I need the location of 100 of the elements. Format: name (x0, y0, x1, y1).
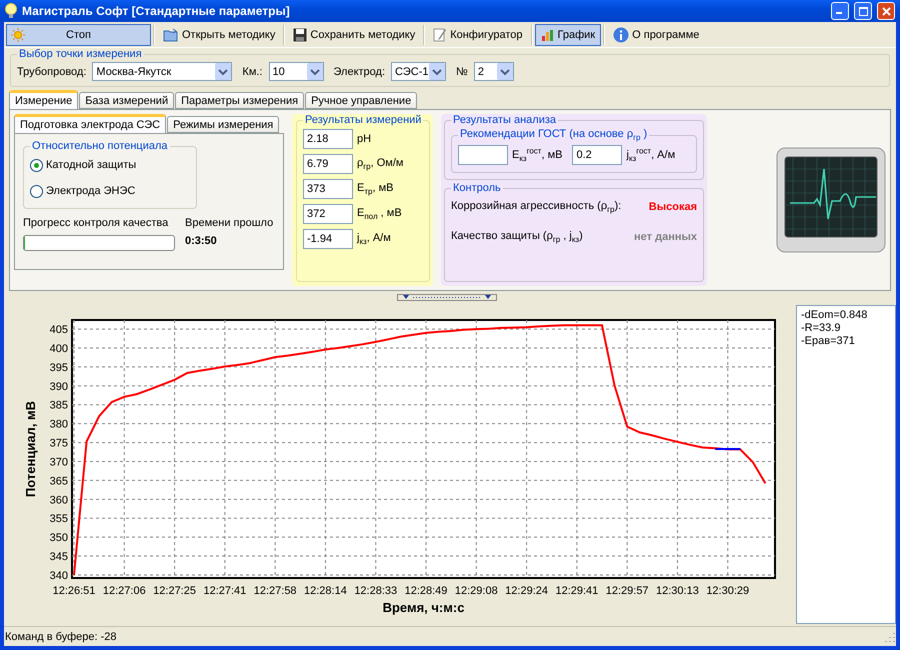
sun-icon (11, 28, 25, 42)
progress-label: Прогресс контроля качества (23, 217, 170, 229)
y-tick-label: 340 (50, 570, 68, 582)
dropdown-field[interactable]: 10 (268, 62, 324, 81)
dropdown-field[interactable]: СЭС-1 (391, 62, 446, 81)
y-tick-label: 345 (50, 551, 68, 564)
group-title: Результаты измерений (304, 114, 422, 126)
minimize-button[interactable] (831, 2, 849, 20)
x-tick-label: 12:27:58 (254, 585, 297, 597)
x-tick-label: 12:27:25 (153, 585, 196, 597)
control-label: Качество защиты (ρ$_{гр}$ , j$_{кз}$) (451, 230, 583, 244)
close-icon (882, 6, 890, 16)
value-field[interactable]: 2.18 (303, 129, 353, 149)
field-label: Электрод: (334, 66, 386, 78)
legend-entry: -dEom=0.848 (801, 309, 868, 322)
value-field[interactable]: 373 (303, 179, 353, 199)
x-axis-title: Время, ч:м:с (382, 600, 464, 615)
group-title: Результаты анализа (452, 114, 558, 126)
control-value: нет данных (634, 231, 697, 244)
chevron-down-icon (306, 63, 322, 80)
close-button[interactable] (877, 2, 895, 20)
resize-grip-icon (885, 632, 895, 642)
unit-label: j$_{кз}$, А/м (357, 232, 391, 246)
value-field[interactable]: 372 (303, 204, 353, 224)
chevron-down-icon (429, 63, 446, 80)
field-label: Трубопровод: (17, 66, 86, 78)
dropdown-field[interactable]: Москва-Якутск (92, 62, 232, 81)
unit-label: E$_{кз}$$^{гост}$, мВ (512, 146, 562, 164)
value-field[interactable]: 0.2 (572, 145, 622, 166)
y-axis-title: Потенциал, мВ (23, 400, 38, 498)
group-title: Выбор точки измерения (18, 48, 143, 60)
radio-option[interactable]: Электрода ЭНЭС (30, 180, 190, 202)
status-text: Команд в буфере: -28 (5, 630, 117, 642)
radio-label: Катодной защиты (46, 159, 136, 171)
unit-label: j$_{кз}$$^{гост}$, А/м (626, 146, 676, 164)
toolbar-button[interactable]: Сохранить методику (287, 24, 422, 46)
dropdown-field[interactable]: 2 (474, 62, 514, 81)
y-tick-label: 390 (50, 380, 68, 393)
light-bulb-icon (5, 3, 17, 19)
y-tick-label: 385 (50, 400, 68, 412)
x-tick-label: 12:29:57 (606, 585, 649, 597)
value-field[interactable]: -1.94 (303, 229, 353, 249)
y-tick-label: 365 (50, 475, 68, 488)
x-tick-label: 12:29:24 (505, 585, 548, 597)
tab[interactable]: Подготовка электрода СЭС (14, 114, 166, 133)
tab[interactable]: Параметры измерения (175, 92, 304, 109)
tab[interactable]: Режимы измерения (167, 116, 280, 133)
unit-label: pH (357, 133, 372, 145)
x-tick-label: 12:29:41 (555, 585, 598, 597)
x-tick-label: 12:28:49 (404, 585, 448, 597)
x-tick-label: 12:27:06 (102, 585, 146, 597)
legend-entry: -R=33.9 (801, 322, 842, 335)
radio-option[interactable]: Катодной защиты (30, 154, 190, 176)
radio-button[interactable] (30, 184, 43, 198)
heart-monitor-icon (776, 147, 886, 253)
elapsed-label: Времени прошло (185, 217, 274, 229)
legend-entry: -Eрав=371 (801, 335, 856, 348)
y-tick-label: 395 (50, 362, 68, 374)
toolbar-button[interactable]: Конфигуратор (427, 24, 529, 46)
y-tick-label: 380 (50, 418, 68, 431)
info-icon (613, 26, 630, 42)
tab[interactable]: Измерение (9, 90, 78, 109)
maximize-icon (858, 6, 868, 16)
y-tick-label: 375 (50, 438, 68, 450)
control-value: Высокая (648, 201, 697, 214)
toolbar-button[interactable]: Стоп (6, 24, 151, 46)
field-label: № (456, 66, 468, 78)
y-tick-label: 350 (50, 532, 68, 544)
window-title: Магистраль Софт [Стандартные параметры] (22, 4, 291, 18)
elapsed-time: 0:3:50 (185, 235, 218, 247)
group-title: Относительно потенциала (31, 140, 169, 152)
value-field[interactable]: 6.79 (303, 154, 353, 174)
y-tick-label: 400 (50, 343, 68, 355)
toolbar-button[interactable]: График (534, 24, 602, 46)
x-tick-label: 12:30:13 (656, 585, 699, 597)
pencil-icon (433, 28, 448, 42)
splitter-button[interactable] (397, 294, 497, 300)
bar-chart-icon (540, 28, 555, 42)
y-tick-label: 370 (50, 456, 68, 468)
value-field[interactable] (458, 145, 508, 166)
unit-label: E$_{тр}$, мВ (357, 182, 394, 196)
folder-icon (163, 28, 179, 42)
y-tick-label: 355 (50, 513, 68, 526)
y-tick-label: 360 (50, 494, 68, 506)
x-tick-label: 12:28:33 (354, 585, 398, 597)
tab[interactable]: Ручное управление (305, 92, 418, 109)
radio-button[interactable] (30, 158, 43, 172)
tab[interactable]: База измерений (79, 92, 174, 109)
field-label: Км.: (242, 66, 262, 78)
group-title: Рекомендации ГОСТ (на основе ρ$_{гр}$ ) (459, 128, 648, 142)
unit-label: ρ$_{гр}$, Ом/м (357, 156, 404, 172)
control-label: Коррозийная агрессивность (ρ$_{гр}$): (451, 200, 622, 214)
group-title: Контроль (452, 182, 502, 194)
radio-label: Электрода ЭНЭС (46, 185, 136, 197)
toolbar-button[interactable]: Открыть методику (157, 24, 282, 46)
chevron-down-icon (496, 63, 513, 80)
y-tick-label: 405 (50, 324, 68, 336)
toolbar-button[interactable]: О программе (607, 24, 706, 46)
x-tick-label: 12:27:41 (203, 585, 246, 597)
maximize-button[interactable] (854, 2, 872, 20)
